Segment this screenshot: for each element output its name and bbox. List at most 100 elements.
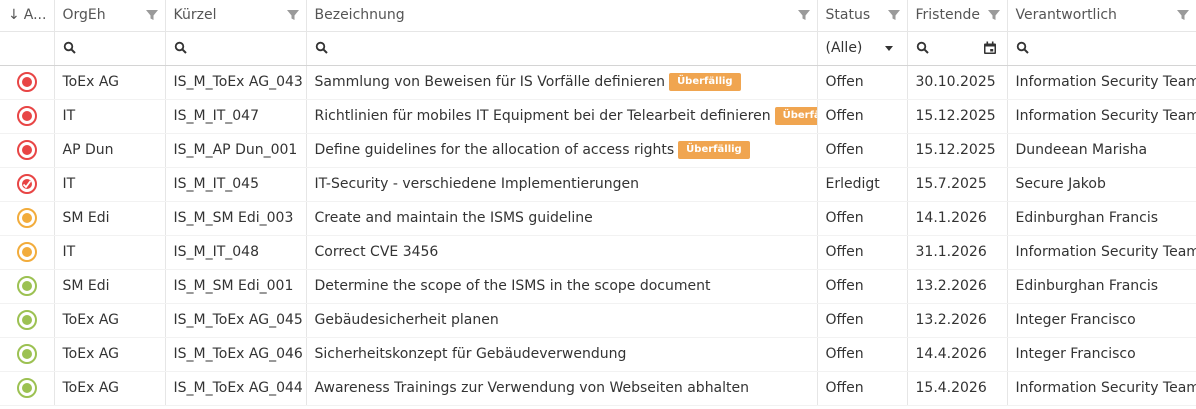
cell-bezeichnung-text: Correct CVE 3456 — [314, 244, 439, 260]
cell-orgeh: ToEx AG — [54, 303, 166, 338]
funnel-filter-icon[interactable] — [887, 8, 901, 22]
cell-fristende: 15.12.2025 — [907, 99, 1008, 134]
red-circle-icon — [16, 106, 37, 126]
cell-status: Erledigt — [817, 167, 908, 202]
measures-grid: ↓ A... OrgEh Kürzel Bezeichnung Status Fr… — [0, 0, 1196, 406]
cell-fristende: 31.1.2026 — [907, 235, 1008, 270]
cell-verantwortlich: Information Security Team — [1007, 99, 1196, 134]
search-icon — [1016, 41, 1029, 54]
cell-status-text: Offen — [825, 278, 864, 294]
column-header-label: Kürzel — [173, 7, 217, 24]
cell-verantwortlich-text: Information Security Team — [1015, 74, 1196, 90]
column-header-bezeichnung[interactable]: Bezeichnung — [306, 0, 818, 32]
indicator-cell — [0, 337, 55, 372]
filter-input-bezeichnung[interactable] — [306, 31, 818, 66]
cell-status: Offen — [817, 65, 908, 100]
cell-orgeh-text: ToEx AG — [62, 312, 120, 328]
table-row[interactable]: ToEx AG IS_M_ToEx AG_045 Gebäudesicherheit… — [0, 303, 1196, 338]
cell-fristende-text: 15.7.2025 — [915, 176, 987, 192]
filter-input-fristende[interactable] — [907, 31, 1008, 66]
cell-bezeichnung: Sicherheitskonzept für Gebäudeverwendung — [306, 337, 818, 372]
table-row[interactable]: ToEx AG IS_M_ToEx AG_046 Sicherheitskonzep… — [0, 337, 1196, 372]
sort-descending-icon[interactable]: ↓ — [8, 7, 20, 23]
cell-orgeh: IT — [54, 99, 166, 134]
cell-verantwortlich-text: Secure Jakob — [1015, 176, 1106, 192]
cell-status: Offen — [817, 99, 908, 134]
cell-kuerzel-text: IS_M_ToEx AG_044 — [173, 380, 303, 396]
indicator-cell — [0, 133, 55, 168]
column-header-status-icon[interactable]: ↓ A... — [0, 0, 55, 32]
cell-verantwortlich-text: Information Security Team — [1015, 244, 1196, 260]
cell-verantwortlich: Information Security Team — [1007, 65, 1196, 100]
cell-verantwortlich-text: Integer Francisco — [1015, 346, 1136, 362]
chevron-down-icon[interactable] — [884, 45, 893, 51]
orange-circle-icon — [16, 242, 37, 262]
funnel-filter-icon[interactable] — [1176, 8, 1190, 22]
cell-kuerzel-text: IS_M_ToEx AG_045 — [173, 312, 303, 328]
cell-kuerzel-text: IS_M_SM Edi_003 — [173, 210, 294, 226]
calendar-icon[interactable] — [983, 41, 997, 55]
cell-orgeh: ToEx AG — [54, 337, 166, 372]
search-icon — [315, 41, 328, 54]
table-row[interactable]: IT IS_M_IT_047 Richtlinien für mobiles IT … — [0, 99, 1196, 134]
overdue-badge: Überfällig — [678, 141, 750, 159]
cell-fristende: 15.4.2026 — [907, 371, 1008, 406]
table-row[interactable]: ToEx AG IS_M_ToEx AG_043 Sammlung von Bewe… — [0, 65, 1196, 100]
cell-orgeh-text: IT — [62, 244, 76, 260]
cell-verantwortlich-text: Information Security Team — [1015, 108, 1196, 124]
cell-kuerzel-text: IS_M_IT_047 — [173, 108, 260, 124]
filter-input-verantwortlich[interactable] — [1007, 31, 1196, 66]
column-header-status[interactable]: Status — [817, 0, 908, 32]
overdue-badge: Überfällig — [774, 107, 816, 125]
cell-bezeichnung-text: Determine the scope of the ISMS in the s… — [314, 278, 711, 294]
table-row[interactable]: ToEx AG IS_M_ToEx AG_044 Awareness Trainin… — [0, 371, 1196, 406]
column-header-fristende[interactable]: Fristende — [907, 0, 1008, 32]
cell-verantwortlich: Information Security Team — [1007, 371, 1196, 406]
cell-bezeichnung-text: Define guidelines for the allocation of … — [314, 142, 675, 158]
cell-status-text: Offen — [825, 142, 864, 158]
column-header-orgeh[interactable]: OrgEh — [54, 0, 166, 32]
filter-select-status[interactable]: (Alle) — [817, 31, 908, 66]
cell-kuerzel-text: IS_M_AP Dun_001 — [173, 142, 298, 158]
cell-kuerzel-text: IS_M_ToEx AG_046 — [173, 346, 303, 362]
table-row[interactable]: SM Edi IS_M_SM Edi_003 Create and maintain… — [0, 201, 1196, 236]
cell-orgeh-text: ToEx AG — [62, 380, 120, 396]
indicator-cell — [0, 99, 55, 134]
table-row[interactable]: IT IS_M_IT_048 Correct CVE 3456 Offen 31.1.2… — [0, 235, 1196, 270]
cell-bezeichnung-text: Gebäudesicherheit planen — [314, 312, 499, 328]
column-header-verantwortlich[interactable]: Verantwortlich — [1007, 0, 1196, 32]
cell-verantwortlich: Dundeean Marisha — [1007, 133, 1196, 168]
cell-status-text: Offen — [825, 74, 864, 90]
column-header-label: Verantwortlich — [1015, 7, 1117, 24]
cell-verantwortlich: Edinburghan Francis — [1007, 269, 1196, 304]
cell-fristende-text: 31.1.2026 — [915, 244, 987, 260]
column-header-kuerzel[interactable]: Kürzel — [165, 0, 307, 32]
cell-kuerzel: IS_M_ToEx AG_046 — [165, 337, 307, 372]
cell-orgeh-text: AP Dun — [62, 142, 114, 158]
cell-verantwortlich: Integer Francisco — [1007, 337, 1196, 372]
table-row[interactable]: SM Edi IS_M_SM Edi_001 Determine the scope… — [0, 269, 1196, 304]
cell-status: Offen — [817, 303, 908, 338]
cell-bezeichnung: Define guidelines for the allocation of … — [306, 133, 818, 168]
green-circle-icon — [16, 310, 37, 330]
funnel-filter-icon[interactable] — [145, 8, 159, 22]
cell-kuerzel: IS_M_ToEx AG_044 — [165, 371, 307, 406]
table-row[interactable]: AP Dun IS_M_AP Dun_001 Define guidelines f… — [0, 133, 1196, 168]
funnel-filter-icon[interactable] — [987, 8, 1001, 22]
cell-bezeichnung-text: IT-Security - verschiedene Implementieru… — [314, 176, 640, 192]
indicator-cell — [0, 371, 55, 406]
filter-input-orgeh[interactable] — [54, 31, 166, 66]
funnel-filter-icon[interactable] — [797, 8, 811, 22]
cell-status-text: Offen — [825, 210, 864, 226]
table-row[interactable]: IT IS_M_IT_045 IT-Security - verschiedene … — [0, 167, 1196, 202]
cell-orgeh: ToEx AG — [54, 371, 166, 406]
funnel-filter-icon[interactable] — [286, 8, 300, 22]
cell-fristende-text: 14.4.2026 — [915, 346, 987, 362]
cell-bezeichnung: Correct CVE 3456 — [306, 235, 818, 270]
cell-fristende-text: 13.2.2026 — [915, 278, 987, 294]
cell-kuerzel: IS_M_IT_048 — [165, 235, 307, 270]
filter-cell-status-icon — [0, 31, 55, 66]
checkmark-icon — [22, 180, 31, 189]
cell-verantwortlich-text: Integer Francisco — [1015, 312, 1136, 328]
filter-input-kuerzel[interactable] — [165, 31, 307, 66]
